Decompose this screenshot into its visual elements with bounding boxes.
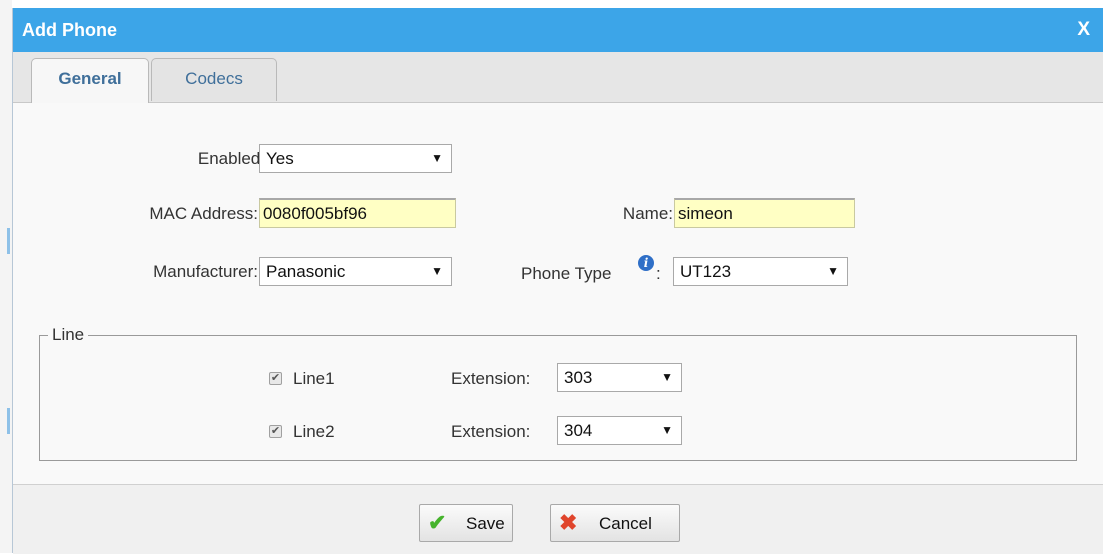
tab-codecs[interactable]: Codecs <box>151 58 277 101</box>
background-page-fragment <box>0 0 12 553</box>
mac-address-label: MAC Address: <box>149 204 258 223</box>
tab-bar: General Codecs <box>13 52 1103 103</box>
enabled-select[interactable]: Yes ▼ <box>259 144 452 173</box>
background-marker <box>7 228 10 254</box>
line1-label: Line1 <box>293 369 335 388</box>
save-button[interactable]: ✔ Save <box>419 504 513 542</box>
add-phone-dialog: Add Phone X General Codecs Enabled: Yes … <box>12 8 1103 554</box>
line1-extension-value: 303 <box>564 368 593 387</box>
dialog-footer: ✔ Save ✖ Cancel <box>13 484 1103 554</box>
dialog-title: Add Phone <box>22 20 117 40</box>
save-button-label: Save <box>466 514 505 533</box>
name-input[interactable] <box>674 198 855 228</box>
manufacturer-value: Panasonic <box>266 262 346 281</box>
phone-type-value: UT123 <box>680 262 732 281</box>
phone-type-select[interactable]: UT123 ▼ <box>673 257 848 286</box>
mac-address-input[interactable] <box>259 198 456 228</box>
enabled-value: Yes <box>266 149 294 168</box>
line2-checkbox[interactable]: ✔ <box>269 425 282 438</box>
cancel-button-label: Cancel <box>599 514 652 533</box>
dialog-titlebar: Add Phone X <box>13 8 1103 52</box>
enabled-label: Enabled: <box>197 149 265 168</box>
line1-checkbox[interactable]: ✔ <box>269 372 282 385</box>
close-icon[interactable]: X <box>1077 19 1090 41</box>
line1-extension-label: Extension: <box>451 369 531 388</box>
dropdown-arrow-icon: ▼ <box>827 264 839 278</box>
manufacturer-select[interactable]: Panasonic ▼ <box>259 257 452 286</box>
dropdown-arrow-icon: ▼ <box>431 264 443 278</box>
dropdown-arrow-icon: ▼ <box>661 370 673 384</box>
line2-extension-label: Extension: <box>451 422 531 441</box>
line2-extension-select[interactable]: 304 ▼ <box>557 416 682 445</box>
info-icon[interactable]: i <box>638 255 654 271</box>
cancel-button[interactable]: ✖ Cancel <box>550 504 680 542</box>
phone-type-label: Phone Type <box>521 264 612 283</box>
dropdown-arrow-icon: ▼ <box>431 151 443 165</box>
line-legend: Line <box>48 325 89 345</box>
dropdown-arrow-icon: ▼ <box>661 423 673 437</box>
general-tab-content: Enabled: Yes ▼ MAC Address: Name: Manufa… <box>13 103 1103 484</box>
checkmark-icon: ✔ <box>428 510 447 535</box>
phone-type-colon: : <box>656 264 661 283</box>
line1-extension-select[interactable]: 303 ▼ <box>557 363 682 392</box>
line2-label: Line2 <box>293 422 335 441</box>
name-label: Name: <box>622 204 673 223</box>
background-marker <box>7 408 10 434</box>
manufacturer-label: Manufacturer: <box>153 262 258 281</box>
line2-extension-value: 304 <box>564 421 593 440</box>
tab-general[interactable]: General <box>31 58 149 103</box>
x-cross-icon: ✖ <box>559 510 578 535</box>
